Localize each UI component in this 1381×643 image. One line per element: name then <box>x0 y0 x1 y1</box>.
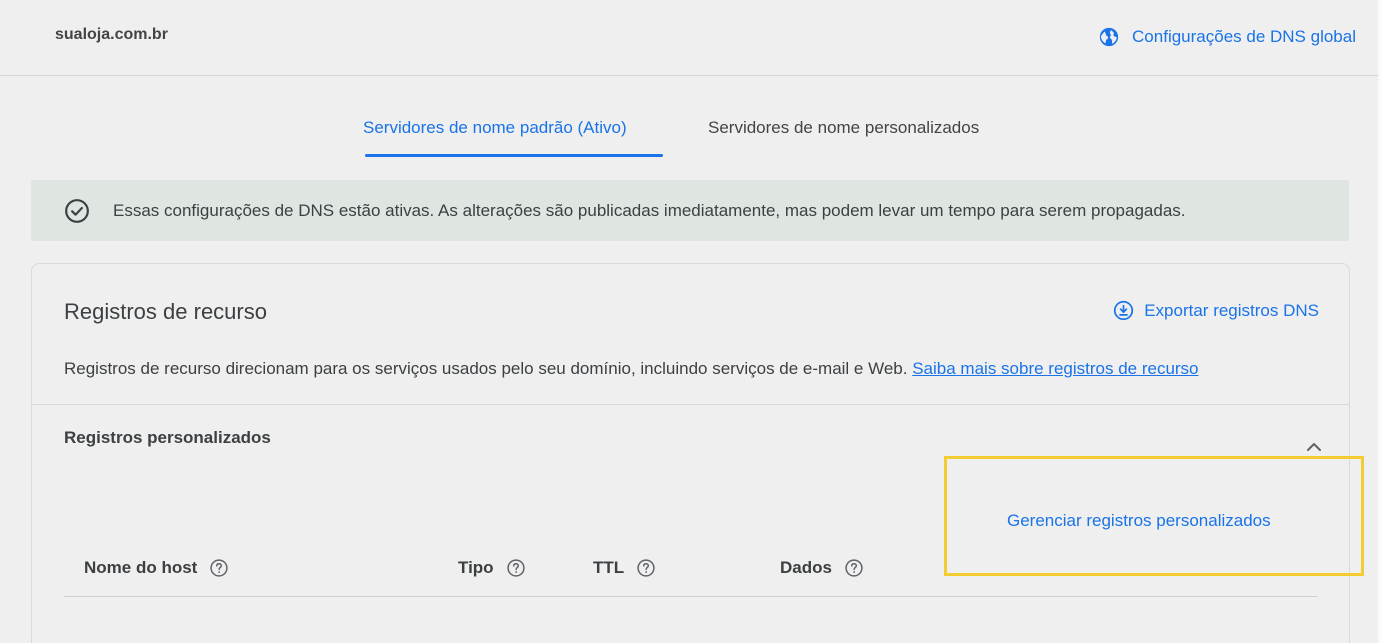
help-icon[interactable] <box>209 558 229 578</box>
nameserver-tabs: Servidores de nome padrão (Ativo) Servid… <box>0 76 1381 160</box>
column-label: Dados <box>780 558 832 577</box>
page: sualoja.com.br Configurações de DNS glob… <box>0 0 1381 643</box>
global-dns-settings-link[interactable]: Configurações de DNS global <box>1098 26 1356 48</box>
column-header-data: Dados <box>780 558 864 578</box>
column-label: TTL <box>593 558 625 577</box>
description-text: Registros de recurso direcionam para os … <box>64 359 908 378</box>
globe-icon <box>1099 27 1119 47</box>
highlight-box <box>944 456 1364 576</box>
divider <box>32 404 1349 405</box>
dns-active-banner: Essas configurações de DNS estão ativas.… <box>31 180 1349 241</box>
learn-more-link[interactable]: Saiba mais sobre registros de recurso <box>912 359 1198 378</box>
check-circle-icon <box>65 198 89 223</box>
help-icon[interactable] <box>506 558 526 578</box>
column-header-host: Nome do host <box>84 558 229 578</box>
download-circle-icon <box>1114 300 1134 321</box>
top-bar: sualoja.com.br Configurações de DNS glob… <box>0 0 1381 76</box>
help-icon[interactable] <box>844 558 864 578</box>
resource-records-description: Registros de recurso direcionam para os … <box>64 359 1199 379</box>
resource-records-card: Registros de recurso Exportar registros … <box>31 263 1350 643</box>
column-header-ttl: TTL <box>593 558 656 578</box>
domain-name: sualoja.com.br <box>55 26 168 43</box>
column-label: Nome do host <box>84 558 198 577</box>
table-header-divider <box>64 596 1318 597</box>
banner-message: Essas configurações de DNS estão ativas.… <box>113 200 1186 220</box>
export-dns-records-button[interactable]: Exportar registros DNS <box>1113 300 1319 321</box>
global-dns-label: Configurações de DNS global <box>1132 27 1356 46</box>
column-label: Tipo <box>458 558 494 577</box>
chevron-up-icon[interactable] <box>1305 440 1323 454</box>
column-header-type: Tipo <box>458 558 526 578</box>
export-label: Exportar registros DNS <box>1144 300 1319 320</box>
custom-records-title: Registros personalizados <box>64 428 271 447</box>
resource-records-title: Registros de recurso <box>64 299 267 324</box>
help-icon[interactable] <box>636 558 656 578</box>
active-tab-indicator <box>365 154 663 157</box>
tab-custom-nameservers[interactable]: Servidores de nome personalizados <box>708 118 979 138</box>
tab-default-nameservers[interactable]: Servidores de nome padrão (Ativo) <box>363 118 627 138</box>
